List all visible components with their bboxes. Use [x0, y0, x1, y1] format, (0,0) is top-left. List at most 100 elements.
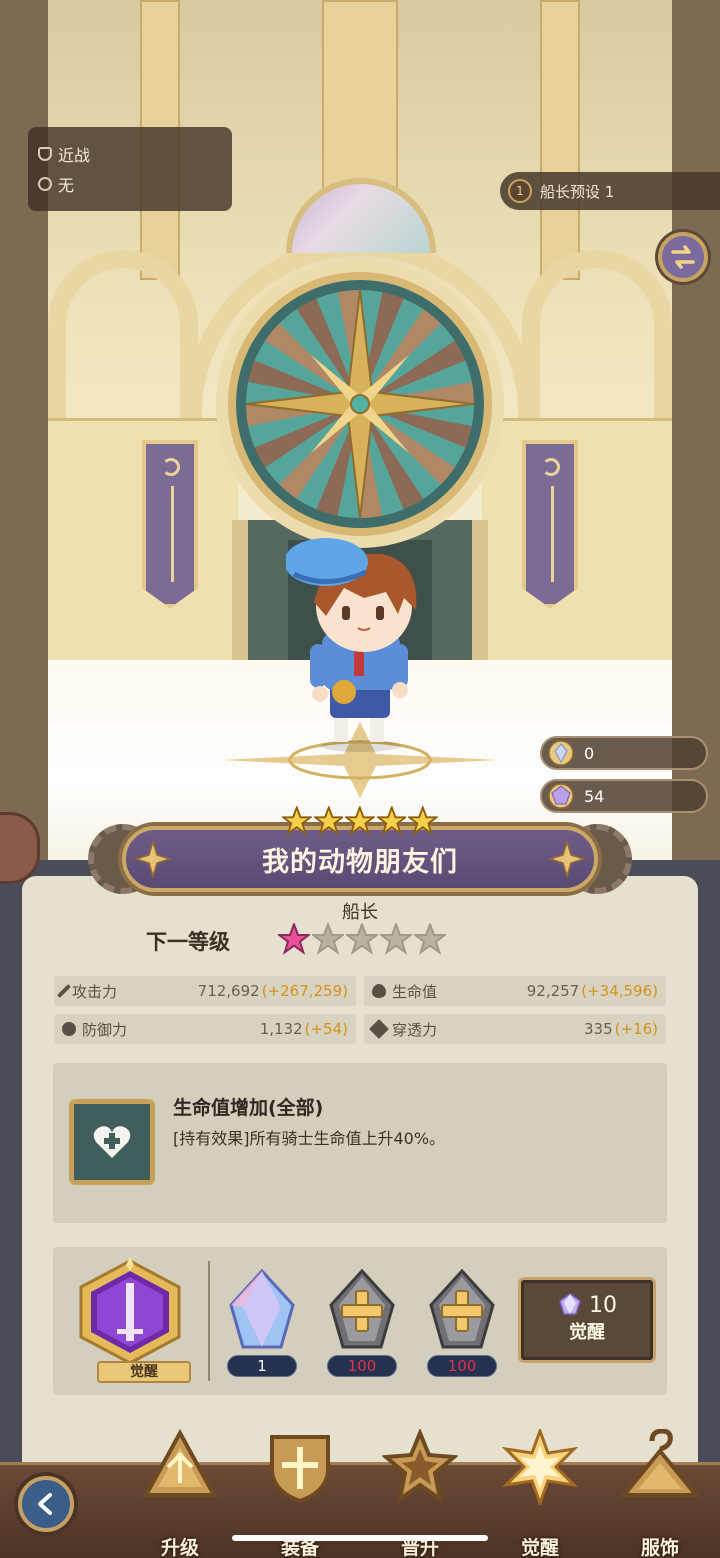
nav-label: 升级 — [160, 1537, 199, 1558]
hero-character — [286, 538, 417, 752]
star-icon — [313, 806, 344, 836]
stat-bonus: (+267,259) — [261, 982, 348, 1000]
preset-selector[interactable]: 1 船长预设 1 — [500, 172, 720, 210]
stat-attack: 攻击力 712,692 (+267,259) — [54, 976, 356, 1006]
next-level-label: 下一等级 — [146, 930, 230, 954]
hall-arch — [522, 250, 672, 430]
awaken-materials-card: 觉醒 1 100 100 10 觉醒 — [53, 1247, 667, 1395]
hero-name: 我的动物朋友们 — [262, 846, 458, 878]
awaken-panel: 船长 下一等级 攻击力 712,692 (+267,259) 生命值 92,25… — [22, 876, 698, 1466]
swap-hero-button[interactable] — [658, 232, 708, 282]
moon-banner-right — [522, 440, 578, 608]
holding-effect-card: 生命值增加(全部) [持有效果]所有骑士生命值上升40%。 — [53, 1063, 667, 1223]
stat-value: 712,692 — [197, 982, 260, 1000]
nav-item-costume[interactable]: 服饰 — [610, 1429, 710, 1558]
star-icon — [376, 806, 407, 836]
awaken-button[interactable]: 10 觉醒 — [518, 1277, 656, 1363]
element-icon — [38, 177, 52, 191]
sword-icon — [56, 983, 72, 999]
preset-label: 船长预设 1 — [540, 182, 615, 201]
awaken-badge-label: 觉醒 — [97, 1361, 191, 1383]
moon-banner-left — [142, 440, 198, 608]
material-slot-locked[interactable]: 100 — [323, 1267, 401, 1377]
shield-icon — [62, 1022, 76, 1036]
star-icon — [408, 806, 438, 836]
back-button[interactable] — [18, 1476, 74, 1532]
stat-label: 攻击力 — [72, 982, 118, 1001]
stat-label: 防御力 — [82, 1020, 128, 1039]
nav-label: 觉醒 — [520, 1537, 559, 1558]
stat-bonus: (+34,596) — [581, 982, 658, 1000]
hero-type-info: 近战 无 — [28, 127, 232, 211]
bottom-nav: 升级 装备 晋升 觉醒 服饰 — [0, 1429, 720, 1558]
upgrade-icon — [142, 1429, 218, 1497]
stat-label: 生命值 — [392, 982, 438, 1001]
preset-number-badge: 1 — [508, 179, 532, 203]
crystal-count: 0 — [584, 743, 595, 763]
star-filled-icon — [278, 923, 310, 955]
star-icon — [345, 806, 375, 836]
star-empty-icon — [380, 923, 412, 955]
swap-arrows-icon — [671, 245, 695, 269]
hall-beam — [322, 0, 398, 190]
star-icon — [282, 806, 312, 836]
star-empty-icon — [312, 923, 344, 955]
effect-title: 生命值增加(全部) — [173, 1097, 324, 1119]
effect-description: [持有效果]所有骑士生命值上升40%。 — [173, 1129, 446, 1148]
stat-defense: 防御力 1,132 (+54) — [54, 1014, 356, 1044]
nav-label: 服饰 — [640, 1537, 679, 1558]
material-count: 100 — [327, 1355, 397, 1377]
plus-slot-icon — [329, 1268, 395, 1349]
star-empty-icon — [414, 923, 446, 955]
stat-bonus: (+16) — [614, 1020, 658, 1038]
attack-type-label: 近战 — [58, 146, 91, 165]
element-row: 无 — [38, 169, 222, 199]
compass-medal-icon — [548, 840, 586, 878]
next-level-stars — [278, 923, 446, 955]
stat-pierce: 穿透力 335 (+16) — [364, 1014, 666, 1044]
purple-gem-counter[interactable]: 54 — [540, 779, 708, 813]
awaken-level-badge[interactable]: 觉醒 — [71, 1257, 191, 1385]
material-crystal-shard[interactable]: 1 — [223, 1267, 301, 1377]
crystal-icon — [548, 740, 574, 766]
divider — [208, 1261, 210, 1381]
compass-star-icon — [245, 289, 475, 519]
stat-hp: 生命值 92,257 (+34,596) — [364, 976, 666, 1006]
material-count: 1 — [227, 1355, 297, 1377]
nav-item-upgrade[interactable]: 升级 — [130, 1429, 230, 1558]
compass-medal-icon — [134, 840, 172, 878]
promote-icon — [382, 1429, 458, 1504]
equip-icon — [270, 1435, 330, 1504]
home-indicator[interactable] — [232, 1535, 488, 1541]
element-label: 无 — [58, 176, 75, 195]
purple-gem-icon — [548, 783, 574, 809]
awaken-cost-value: 10 — [589, 1292, 617, 1318]
stat-value: 335 — [584, 1020, 613, 1038]
awaken-button-label: 觉醒 — [569, 1322, 605, 1343]
fan-window — [286, 178, 436, 253]
star-empty-icon — [346, 923, 378, 955]
plus-slot-icon — [429, 1268, 495, 1349]
purple-gem-count: 54 — [584, 786, 605, 806]
crystal-counter[interactable]: 0 — [540, 736, 708, 770]
awaken-cost: 10 — [521, 1292, 653, 1318]
hero-role: 船长 — [342, 902, 378, 923]
purple-gem-icon — [559, 1293, 581, 1315]
stat-bonus: (+54) — [304, 1020, 348, 1038]
material-count: 100 — [427, 1355, 497, 1377]
melee-icon — [38, 147, 52, 161]
hp-boost-icon — [69, 1099, 155, 1185]
awaken-sword-icon — [79, 1257, 181, 1365]
nav-item-awaken[interactable]: 觉醒 — [490, 1429, 590, 1558]
stat-value: 92,257 — [526, 982, 580, 1000]
costume-icon — [622, 1429, 698, 1497]
crystal-shard-icon — [229, 1268, 295, 1349]
material-slot-locked[interactable]: 100 — [423, 1267, 501, 1377]
back-arrow-icon — [38, 1493, 52, 1515]
hall-beam — [540, 0, 580, 280]
stat-value: 1,132 — [259, 1020, 303, 1038]
hall-arch — [48, 250, 198, 430]
pierce-icon — [369, 1019, 389, 1039]
attack-type-row: 近战 — [38, 139, 222, 169]
hero-star-rating — [282, 806, 438, 842]
